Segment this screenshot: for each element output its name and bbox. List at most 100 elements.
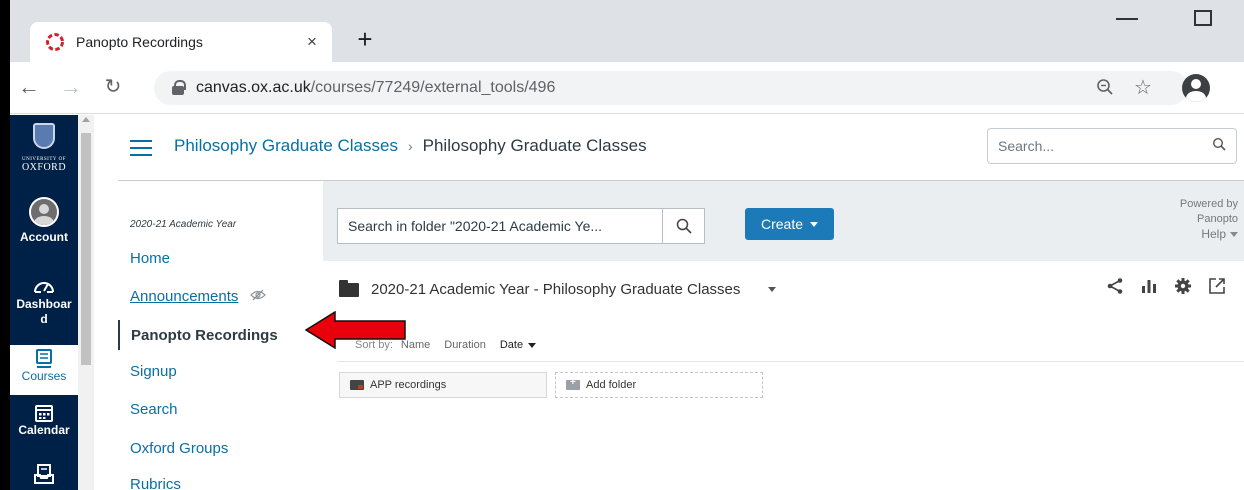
- course-search-placeholder: Search...: [998, 138, 1055, 154]
- sort-by-date-label: Date: [499, 339, 524, 351]
- breadcrumb-current: Philosophy Graduate Classes: [422, 136, 647, 155]
- chevron-down-icon: [810, 221, 819, 227]
- oxford-logo[interactable]: UNIVERSITY OF OXFORD: [10, 115, 78, 189]
- hidden-eye-icon: [250, 288, 267, 305]
- help-label: Help: [1201, 227, 1226, 241]
- maximize-icon[interactable]: [1194, 10, 1212, 26]
- course-nav-home[interactable]: Home: [130, 250, 170, 267]
- chevron-down-icon: [1230, 232, 1238, 237]
- breadcrumb: Philosophy Graduate Classes › Philosophy…: [174, 136, 647, 156]
- tab-strip: Panopto Recordings × +: [10, 0, 1244, 62]
- minimize-icon[interactable]: [1116, 18, 1138, 20]
- back-arrow-icon[interactable]: ←: [14, 72, 44, 102]
- browser-tab-panopto[interactable]: Panopto Recordings ×: [30, 22, 332, 62]
- window-edge: [0, 0, 10, 490]
- panopto-header: Search in folder "2020-21 Academic Ye...…: [323, 181, 1244, 261]
- share-icon[interactable]: [1106, 277, 1124, 295]
- powered-by-text: Powered by: [1179, 198, 1238, 210]
- lock-icon: [172, 80, 186, 96]
- logo-oxford-text: OXFORD: [21, 162, 67, 173]
- course-nav-search[interactable]: Search: [130, 401, 178, 418]
- sort-by-date[interactable]: Date: [499, 339, 537, 351]
- tab-title: Panopto Recordings: [76, 34, 203, 50]
- panopto-panel: Search in folder "2020-21 Academic Ye...…: [323, 181, 1244, 490]
- sort-divider: [337, 361, 1244, 362]
- create-button-label: Create: [760, 216, 804, 232]
- new-tab-button[interactable]: +: [350, 25, 380, 55]
- global-nav-courses[interactable]: Courses: [10, 345, 78, 395]
- folder-title-row[interactable]: 2020-21 Academic Year - Philosophy Gradu…: [339, 279, 777, 298]
- course-nav-panopto-recordings[interactable]: Panopto Recordings: [118, 320, 278, 350]
- create-button[interactable]: Create: [745, 208, 834, 240]
- course-nav-label: Panopto Recordings: [131, 326, 278, 344]
- course-nav-label: Oxford Groups: [130, 440, 229, 457]
- url-path: /courses/77249/external_tools/496: [310, 79, 556, 96]
- sort-descending-icon: [528, 342, 537, 348]
- breadcrumb-separator-icon: ›: [407, 138, 413, 154]
- tab-close-icon[interactable]: ×: [298, 32, 326, 52]
- add-folder-label: Add folder: [586, 379, 637, 391]
- course-nav-signup[interactable]: Signup: [130, 363, 177, 380]
- course-nav-label: Signup: [130, 363, 177, 380]
- scroll-up-arrow-icon[interactable]: [82, 117, 90, 122]
- folder-title: 2020-21 Academic Year - Philosophy Gradu…: [371, 281, 741, 298]
- dashboard-icon: [34, 282, 54, 293]
- url-host: canvas.ox.ac.uk: [196, 79, 311, 96]
- course-navigation: 2020-21 Academic Year Home Announcements…: [118, 181, 323, 490]
- chevron-down-icon[interactable]: [768, 287, 777, 292]
- sort-by-duration[interactable]: Duration: [444, 339, 486, 351]
- folder-search-input[interactable]: Search in folder "2020-21 Academic Ye...: [337, 208, 705, 244]
- gear-icon[interactable]: [1174, 277, 1192, 295]
- global-nav-label: Account: [20, 230, 68, 244]
- global-nav-dashboard[interactable]: Dashboard: [10, 275, 78, 327]
- account-avatar-icon: [29, 197, 59, 227]
- add-folder-icon: [566, 377, 580, 390]
- inbox-icon: [34, 464, 54, 484]
- course-nav-rubrics[interactable]: Rubrics: [130, 476, 181, 490]
- annotation-arrow-icon: [305, 311, 406, 349]
- courses-icon: [36, 349, 52, 368]
- open-external-icon[interactable]: [1208, 277, 1226, 295]
- folder-search-placeholder: Search in folder "2020-21 Academic Ye...: [348, 218, 603, 234]
- course-menu-hamburger-icon[interactable]: [130, 140, 152, 156]
- subfolder-card[interactable]: APP recordings: [339, 372, 547, 398]
- profile-avatar-icon[interactable]: [1182, 74, 1210, 102]
- oxford-crest-icon: [33, 123, 55, 149]
- course-nav-label: Home: [130, 250, 171, 267]
- global-nav-scrollbar[interactable]: [78, 115, 94, 490]
- add-folder-button[interactable]: Add folder: [555, 372, 763, 398]
- reload-icon[interactable]: ↻: [98, 72, 128, 102]
- search-icon[interactable]: [1212, 137, 1226, 156]
- global-nav-label: Calendar: [18, 423, 70, 437]
- course-nav-announcements[interactable]: Announcements: [130, 288, 267, 305]
- subfolder-name: APP recordings: [370, 379, 447, 391]
- global-nav-label: Dashboard: [16, 297, 72, 326]
- folder-search-button[interactable]: [662, 209, 704, 243]
- term-label: 2020-21 Academic Year: [130, 219, 237, 230]
- powered-by-panopto: Powered by Panopto Help: [1180, 197, 1238, 242]
- global-nav-label: Courses: [21, 369, 67, 383]
- browser-toolbar: ← → ↻ canvas.ox.ac.uk/courses/77249/exte…: [10, 62, 1244, 114]
- course-nav-label: Rubrics: [130, 476, 181, 490]
- scroll-thumb[interactable]: [81, 133, 91, 365]
- address-bar[interactable]: canvas.ox.ac.uk/courses/77249/external_t…: [154, 71, 1188, 105]
- search-icon: [676, 218, 692, 234]
- folder-icon: [339, 279, 359, 297]
- panopto-favicon-icon: [44, 31, 66, 53]
- forward-arrow-icon[interactable]: →: [56, 72, 86, 102]
- help-menu[interactable]: Help: [1180, 227, 1238, 242]
- folder-actions: [1106, 277, 1226, 295]
- global-navigation: UNIVERSITY OF OXFORD Account Dashboard C…: [10, 115, 78, 490]
- global-nav-calendar[interactable]: Calendar: [10, 403, 78, 438]
- stats-icon[interactable]: [1140, 277, 1158, 295]
- course-search-input[interactable]: Search...: [987, 128, 1237, 164]
- powered-brand-text: Panopto: [1197, 213, 1238, 225]
- zoom-icon[interactable]: [1096, 78, 1114, 101]
- breadcrumb-course-link[interactable]: Philosophy Graduate Classes: [174, 136, 398, 156]
- global-nav-inbox[interactable]: [10, 463, 78, 485]
- bookmark-star-icon[interactable]: ☆: [1134, 75, 1152, 100]
- global-nav-account[interactable]: Account: [10, 197, 78, 245]
- course-nav-label: Announcements: [130, 288, 239, 305]
- course-nav-label: Search: [130, 401, 178, 418]
- course-nav-oxford-groups[interactable]: Oxford Groups: [130, 440, 228, 457]
